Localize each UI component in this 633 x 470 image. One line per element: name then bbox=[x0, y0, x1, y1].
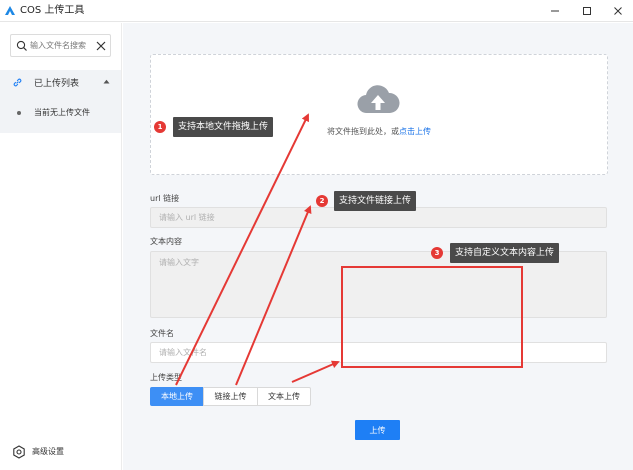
bullet-dot bbox=[17, 111, 21, 115]
window-title: COS 上传工具 bbox=[20, 5, 85, 16]
list-item: 当前无上传文件 bbox=[0, 104, 121, 122]
sidebar: 已上传列表 当前无上传文件 高级设置 bbox=[0, 23, 122, 470]
gear-icon bbox=[13, 445, 25, 459]
close-button[interactable] bbox=[603, 0, 633, 22]
dropzone-text: 将文件拖到此处，或点击上传 bbox=[151, 126, 607, 137]
maximize-icon bbox=[583, 7, 591, 15]
link-icon bbox=[13, 78, 22, 87]
search-icon bbox=[16, 40, 27, 51]
uploaded-list-title: 已上传列表 bbox=[34, 79, 80, 89]
url-input[interactable] bbox=[150, 207, 607, 228]
url-label: url 链接 bbox=[150, 194, 180, 203]
file-dropzone[interactable]: 将文件拖到此处，或点击上传 bbox=[150, 54, 608, 175]
text-content-input[interactable] bbox=[150, 251, 607, 318]
advanced-settings-button[interactable]: 高级设置 bbox=[12, 444, 92, 460]
minimize-button[interactable] bbox=[540, 0, 570, 22]
link-upload-tab[interactable]: 链接上传 bbox=[203, 387, 258, 406]
search-input[interactable] bbox=[30, 37, 94, 54]
uploaded-list-group: 已上传列表 当前无上传文件 bbox=[0, 70, 121, 133]
uploaded-list-header[interactable]: 已上传列表 bbox=[0, 70, 121, 94]
empty-list-text: 当前无上传文件 bbox=[34, 108, 90, 117]
close-icon bbox=[614, 7, 622, 15]
advanced-settings-label: 高级设置 bbox=[32, 447, 64, 456]
local-upload-tab[interactable]: 本地上传 bbox=[150, 387, 204, 406]
filename-label: 文件名 bbox=[150, 329, 174, 338]
upload-type-label: 上传类型 bbox=[150, 373, 182, 382]
main-panel: 将文件拖到此处，或点击上传 url 链接 文本内容 文件名 上传类型 本地上传 … bbox=[123, 23, 633, 470]
title-bar: COS 上传工具 bbox=[0, 0, 633, 22]
chevron-up-icon[interactable] bbox=[103, 79, 110, 84]
maximize-button[interactable] bbox=[572, 0, 602, 22]
minimize-icon bbox=[551, 10, 559, 12]
upload-button[interactable]: 上传 bbox=[355, 420, 400, 440]
text-content-label: 文本内容 bbox=[150, 237, 182, 246]
app-logo-icon bbox=[5, 6, 15, 15]
text-upload-tab[interactable]: 文本上传 bbox=[257, 387, 311, 406]
filename-input[interactable] bbox=[150, 342, 607, 363]
dropzone-hint: 将文件拖到此处，或 bbox=[327, 127, 399, 136]
click-upload-link[interactable]: 点击上传 bbox=[399, 127, 431, 136]
search-box bbox=[10, 34, 111, 57]
clear-search-icon[interactable] bbox=[95, 40, 107, 52]
cloud-upload-icon bbox=[357, 85, 400, 114]
